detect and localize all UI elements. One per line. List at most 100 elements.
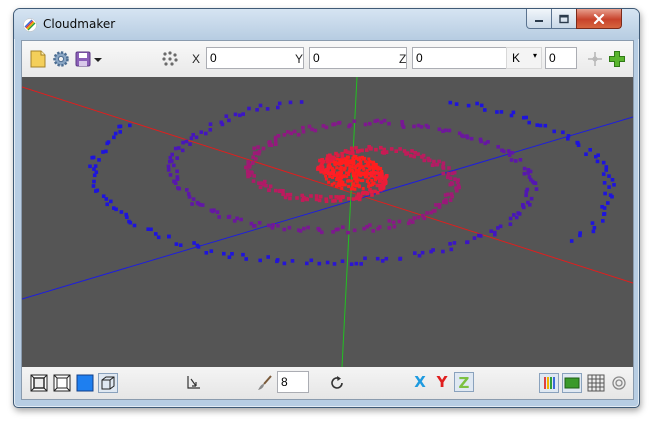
cloud-point	[367, 184, 371, 188]
cloud-point	[607, 174, 611, 178]
cloud-point	[338, 162, 342, 166]
cloud-point	[354, 168, 358, 172]
cloud-point	[384, 256, 389, 261]
cloud-point	[340, 259, 345, 263]
cloud-point	[343, 183, 347, 187]
add-plus-icon[interactable]	[608, 50, 626, 68]
cloud-point	[289, 131, 293, 136]
close-button[interactable]	[576, 9, 622, 29]
target-icon[interactable]	[610, 374, 628, 392]
points-cloud-icon[interactable]	[161, 50, 179, 68]
point-size-field[interactable]	[277, 371, 309, 393]
maximize-button[interactable]	[551, 9, 577, 29]
cloud-point	[346, 155, 350, 159]
frame-inner-icon[interactable]	[53, 374, 71, 392]
cloud-point	[389, 147, 394, 151]
cloud-point	[241, 112, 245, 116]
close-icon	[593, 13, 605, 24]
cloud-point	[132, 223, 137, 228]
k-selector[interactable]: K ▾	[506, 47, 542, 69]
cloud-point	[292, 129, 297, 134]
cloud-point	[295, 196, 299, 200]
cloud-point	[422, 216, 427, 221]
cloud-point	[363, 122, 368, 127]
title-bar[interactable]: Cloudmaker	[14, 9, 639, 39]
cloud-point	[425, 211, 429, 215]
cloud-point	[552, 129, 556, 134]
cloud-point	[302, 226, 306, 231]
cloud-point	[602, 212, 606, 216]
cloud-point	[118, 130, 122, 134]
cloud-point	[209, 249, 214, 253]
cloud-point	[208, 128, 213, 132]
cloud-point	[493, 232, 497, 237]
grid-icon[interactable]	[587, 374, 605, 392]
cloud-point	[324, 197, 328, 201]
3d-viewport[interactable]	[22, 77, 633, 367]
cloud-point	[281, 192, 285, 196]
crosshair-icon[interactable]	[586, 50, 604, 68]
cloud-point	[398, 147, 402, 151]
cloud-point	[314, 194, 319, 198]
cloud-point	[434, 162, 439, 167]
cloud-point	[387, 226, 392, 230]
cloud-point	[91, 184, 96, 188]
cloud-point	[173, 146, 178, 151]
cloud-point	[246, 160, 250, 164]
solid-fill-icon[interactable]	[76, 374, 94, 392]
cloud-point	[288, 196, 292, 201]
cloud-point	[354, 164, 358, 168]
cloud-point	[156, 235, 161, 240]
cloud-point	[606, 201, 610, 205]
cloud-point	[265, 107, 270, 111]
panel-view-icon[interactable]	[562, 373, 582, 393]
cloud-point	[361, 187, 365, 190]
z-coordinate-field[interactable]	[412, 47, 510, 69]
dropdown-arrow-icon[interactable]	[93, 50, 103, 68]
cube-view-icon[interactable]	[98, 373, 118, 393]
cloud-point	[238, 113, 242, 118]
transform-icon[interactable]	[184, 374, 202, 392]
y-axis-line	[22, 86, 633, 284]
cloud-point	[363, 256, 367, 261]
k-value-field[interactable]	[545, 47, 577, 69]
settings-gear-icon[interactable]	[52, 50, 70, 68]
z-axis-toggle[interactable]: Z	[454, 372, 474, 392]
save-icon[interactable]	[74, 50, 92, 68]
new-file-icon[interactable]	[29, 50, 47, 68]
color-bars-icon[interactable]	[539, 373, 559, 393]
cloud-point	[260, 181, 265, 186]
cloud-point	[443, 193, 448, 197]
x-coordinate-field[interactable]	[206, 47, 304, 69]
cloud-point	[329, 195, 333, 199]
brush-icon[interactable]	[256, 374, 274, 392]
cloud-point	[174, 242, 179, 246]
cloud-point	[112, 135, 116, 140]
cloud-point	[380, 259, 385, 263]
rotate-icon[interactable]	[328, 374, 346, 392]
minimize-button[interactable]	[526, 9, 552, 29]
cloud-point	[331, 199, 335, 203]
cloud-point	[529, 196, 534, 201]
cloud-point	[346, 196, 351, 201]
cloud-point	[106, 140, 111, 144]
cloud-point	[326, 159, 330, 164]
y-coordinate-field[interactable]	[309, 47, 407, 69]
cloud-point	[227, 255, 232, 259]
y-axis-toggle[interactable]: Y	[432, 372, 452, 392]
cloud-point	[443, 128, 448, 133]
cloud-point	[276, 105, 280, 110]
cloud-point	[257, 221, 262, 225]
cloud-point	[349, 187, 353, 191]
point-cloud-canvas[interactable]	[22, 77, 633, 367]
frame-outer-icon[interactable]	[30, 374, 48, 392]
cloud-point	[172, 163, 176, 168]
cloud-point	[335, 171, 339, 175]
cloud-point	[607, 185, 611, 189]
x-axis-toggle[interactable]: X	[410, 372, 430, 392]
cloud-point	[301, 125, 305, 130]
cloud-point	[181, 140, 185, 145]
cloud-point	[177, 146, 181, 150]
cloud-point	[267, 223, 271, 228]
cloud-point	[112, 206, 116, 210]
